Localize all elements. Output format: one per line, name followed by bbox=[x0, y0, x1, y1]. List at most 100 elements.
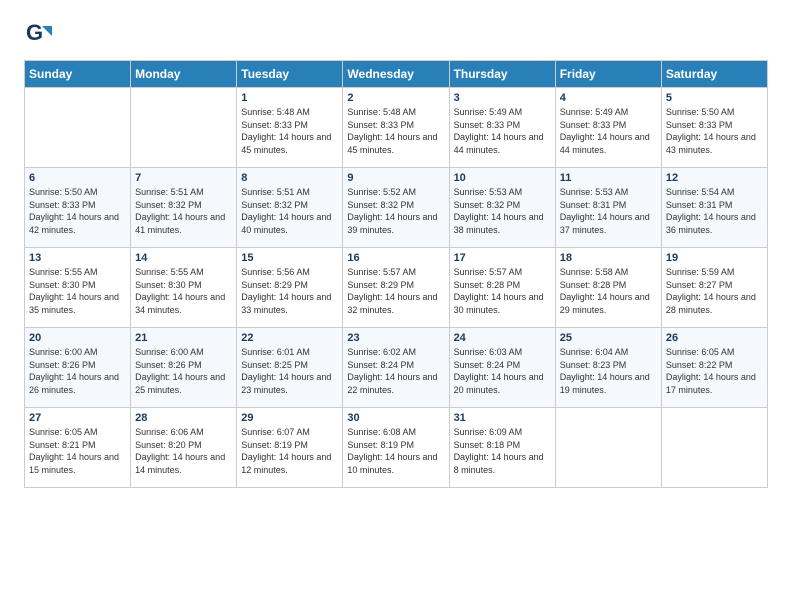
col-header-monday: Monday bbox=[131, 61, 237, 88]
day-info: Sunrise: 5:51 AM Sunset: 8:32 PM Dayligh… bbox=[241, 186, 338, 236]
day-number: 18 bbox=[560, 252, 657, 264]
calendar-cell: 30Sunrise: 6:08 AM Sunset: 8:19 PM Dayli… bbox=[343, 408, 449, 488]
calendar-cell bbox=[25, 88, 131, 168]
day-info: Sunrise: 5:58 AM Sunset: 8:28 PM Dayligh… bbox=[560, 266, 657, 316]
day-info: Sunrise: 6:00 AM Sunset: 8:26 PM Dayligh… bbox=[135, 346, 232, 396]
logo-icon: G bbox=[24, 20, 52, 48]
calendar-cell: 15 Sunrise: 5:56 AM Sunset: 8:29 PM Dayli… bbox=[237, 248, 343, 328]
day-number: 17 bbox=[454, 252, 551, 264]
calendar-cell bbox=[555, 408, 661, 488]
day-number: 31 bbox=[454, 412, 551, 424]
calendar-cell: 27 Sunrise: 6:05 AM Sunset: 8:21 PM Dayli… bbox=[25, 408, 131, 488]
day-info: Sunrise: 5:55 AM Sunset: 8:30 PM Dayligh… bbox=[29, 266, 126, 316]
calendar-table: SundayMondayTuesdayWednesdayThursdayFrid… bbox=[24, 60, 768, 488]
day-number: 13 bbox=[29, 252, 126, 264]
day-number: 12 bbox=[666, 172, 763, 184]
col-header-thursday: Thursday bbox=[449, 61, 555, 88]
day-info: Sunrise: 5:49 AM Sunset: 8:33 PM Dayligh… bbox=[560, 106, 657, 156]
day-number: 5 bbox=[666, 92, 763, 104]
day-info: Sunrise: 5:57 AM Sunset: 8:28 PM Dayligh… bbox=[454, 266, 551, 316]
day-number: 27 bbox=[29, 412, 126, 424]
day-info: Sunrise: 5:59 AM Sunset: 8:27 PM Dayligh… bbox=[666, 266, 763, 316]
calendar-cell: 22 Sunrise: 6:01 AM Sunset: 8:25 PM Dayli… bbox=[237, 328, 343, 408]
calendar-cell: 31 Sunrise: 6:09 AM Sunset: 8:18 PM Dayli… bbox=[449, 408, 555, 488]
day-info: Sunrise: 6:05 AM Sunset: 8:22 PM Dayligh… bbox=[666, 346, 763, 396]
calendar-cell: 24 Sunrise: 6:03 AM Sunset: 8:24 PM Dayli… bbox=[449, 328, 555, 408]
day-number: 2 bbox=[347, 92, 444, 104]
day-number: 25 bbox=[560, 332, 657, 344]
day-info: Sunrise: 5:55 AM Sunset: 8:30 PM Dayligh… bbox=[135, 266, 232, 316]
calendar-cell: 11 Sunrise: 5:53 AM Sunset: 8:31 PM Dayli… bbox=[555, 168, 661, 248]
calendar-cell: 12 Sunrise: 5:54 AM Sunset: 8:31 PM Dayli… bbox=[661, 168, 767, 248]
svg-text:G: G bbox=[26, 20, 43, 45]
calendar-cell: 6 Sunrise: 5:50 AM Sunset: 8:33 PM Daylig… bbox=[25, 168, 131, 248]
day-number: 28 bbox=[135, 412, 232, 424]
calendar-cell: 18 Sunrise: 5:58 AM Sunset: 8:28 PM Dayli… bbox=[555, 248, 661, 328]
calendar-cell: 14Sunrise: 5:55 AM Sunset: 8:30 PM Dayli… bbox=[131, 248, 237, 328]
day-number: 11 bbox=[560, 172, 657, 184]
col-header-saturday: Saturday bbox=[661, 61, 767, 88]
col-header-friday: Friday bbox=[555, 61, 661, 88]
day-info: Sunrise: 5:57 AM Sunset: 8:29 PM Dayligh… bbox=[347, 266, 444, 316]
day-number: 30 bbox=[347, 412, 444, 424]
day-number: 15 bbox=[241, 252, 338, 264]
page-header: G bbox=[24, 20, 768, 48]
calendar-week-row: 6 Sunrise: 5:50 AM Sunset: 8:33 PM Daylig… bbox=[25, 168, 768, 248]
calendar-cell: 2 Sunrise: 5:48 AM Sunset: 8:33 PM Daylig… bbox=[343, 88, 449, 168]
day-info: Sunrise: 5:50 AM Sunset: 8:33 PM Dayligh… bbox=[29, 186, 126, 236]
calendar-cell: 20Sunrise: 6:00 AM Sunset: 8:26 PM Dayli… bbox=[25, 328, 131, 408]
day-info: Sunrise: 6:03 AM Sunset: 8:24 PM Dayligh… bbox=[454, 346, 551, 396]
day-info: Sunrise: 6:00 AM Sunset: 8:26 PM Dayligh… bbox=[29, 346, 126, 396]
day-info: Sunrise: 6:01 AM Sunset: 8:25 PM Dayligh… bbox=[241, 346, 338, 396]
calendar-cell: 8 Sunrise: 5:51 AM Sunset: 8:32 PM Daylig… bbox=[237, 168, 343, 248]
day-number: 26 bbox=[666, 332, 763, 344]
calendar-cell: 19 Sunrise: 5:59 AM Sunset: 8:27 PM Dayli… bbox=[661, 248, 767, 328]
day-info: Sunrise: 5:53 AM Sunset: 8:31 PM Dayligh… bbox=[560, 186, 657, 236]
calendar-cell: 26 Sunrise: 6:05 AM Sunset: 8:22 PM Dayli… bbox=[661, 328, 767, 408]
day-info: Sunrise: 5:52 AM Sunset: 8:32 PM Dayligh… bbox=[347, 186, 444, 236]
day-number: 21 bbox=[135, 332, 232, 344]
day-info: Sunrise: 5:48 AM Sunset: 8:33 PM Dayligh… bbox=[347, 106, 444, 156]
calendar-cell: 29 Sunrise: 6:07 AM Sunset: 8:19 PM Dayli… bbox=[237, 408, 343, 488]
day-number: 8 bbox=[241, 172, 338, 184]
day-number: 3 bbox=[454, 92, 551, 104]
day-info: Sunrise: 6:04 AM Sunset: 8:23 PM Dayligh… bbox=[560, 346, 657, 396]
calendar-cell bbox=[131, 88, 237, 168]
day-number: 22 bbox=[241, 332, 338, 344]
day-number: 24 bbox=[454, 332, 551, 344]
day-info: Sunrise: 5:56 AM Sunset: 8:29 PM Dayligh… bbox=[241, 266, 338, 316]
calendar-week-row: 20Sunrise: 6:00 AM Sunset: 8:26 PM Dayli… bbox=[25, 328, 768, 408]
calendar-cell: 13 Sunrise: 5:55 AM Sunset: 8:30 PM Dayli… bbox=[25, 248, 131, 328]
day-info: Sunrise: 5:51 AM Sunset: 8:32 PM Dayligh… bbox=[135, 186, 232, 236]
calendar-week-row: 27 Sunrise: 6:05 AM Sunset: 8:21 PM Dayli… bbox=[25, 408, 768, 488]
day-info: Sunrise: 5:49 AM Sunset: 8:33 PM Dayligh… bbox=[454, 106, 551, 156]
col-header-sunday: Sunday bbox=[25, 61, 131, 88]
logo: G bbox=[24, 20, 56, 48]
calendar-week-row: 13 Sunrise: 5:55 AM Sunset: 8:30 PM Dayli… bbox=[25, 248, 768, 328]
calendar-cell: 10Sunrise: 5:53 AM Sunset: 8:32 PM Dayli… bbox=[449, 168, 555, 248]
day-number: 1 bbox=[241, 92, 338, 104]
day-number: 4 bbox=[560, 92, 657, 104]
day-info: Sunrise: 6:06 AM Sunset: 8:20 PM Dayligh… bbox=[135, 426, 232, 476]
calendar-cell: 9 Sunrise: 5:52 AM Sunset: 8:32 PM Daylig… bbox=[343, 168, 449, 248]
calendar-cell: 4 Sunrise: 5:49 AM Sunset: 8:33 PM Daylig… bbox=[555, 88, 661, 168]
day-info: Sunrise: 5:54 AM Sunset: 8:31 PM Dayligh… bbox=[666, 186, 763, 236]
day-info: Sunrise: 6:05 AM Sunset: 8:21 PM Dayligh… bbox=[29, 426, 126, 476]
calendar-cell: 5 Sunrise: 5:50 AM Sunset: 8:33 PM Daylig… bbox=[661, 88, 767, 168]
calendar-cell: 28 Sunrise: 6:06 AM Sunset: 8:20 PM Dayli… bbox=[131, 408, 237, 488]
day-number: 23 bbox=[347, 332, 444, 344]
day-info: Sunrise: 6:02 AM Sunset: 8:24 PM Dayligh… bbox=[347, 346, 444, 396]
calendar-cell: 7 Sunrise: 5:51 AM Sunset: 8:32 PM Daylig… bbox=[131, 168, 237, 248]
day-number: 19 bbox=[666, 252, 763, 264]
day-number: 6 bbox=[29, 172, 126, 184]
day-info: Sunrise: 6:07 AM Sunset: 8:19 PM Dayligh… bbox=[241, 426, 338, 476]
day-number: 9 bbox=[347, 172, 444, 184]
col-header-wednesday: Wednesday bbox=[343, 61, 449, 88]
calendar-week-row: 1 Sunrise: 5:48 AM Sunset: 8:33 PM Daylig… bbox=[25, 88, 768, 168]
calendar-cell: 16Sunrise: 5:57 AM Sunset: 8:29 PM Dayli… bbox=[343, 248, 449, 328]
calendar-cell: 25 Sunrise: 6:04 AM Sunset: 8:23 PM Dayli… bbox=[555, 328, 661, 408]
day-info: Sunrise: 6:09 AM Sunset: 8:18 PM Dayligh… bbox=[454, 426, 551, 476]
day-info: Sunrise: 5:50 AM Sunset: 8:33 PM Dayligh… bbox=[666, 106, 763, 156]
day-number: 29 bbox=[241, 412, 338, 424]
day-number: 7 bbox=[135, 172, 232, 184]
